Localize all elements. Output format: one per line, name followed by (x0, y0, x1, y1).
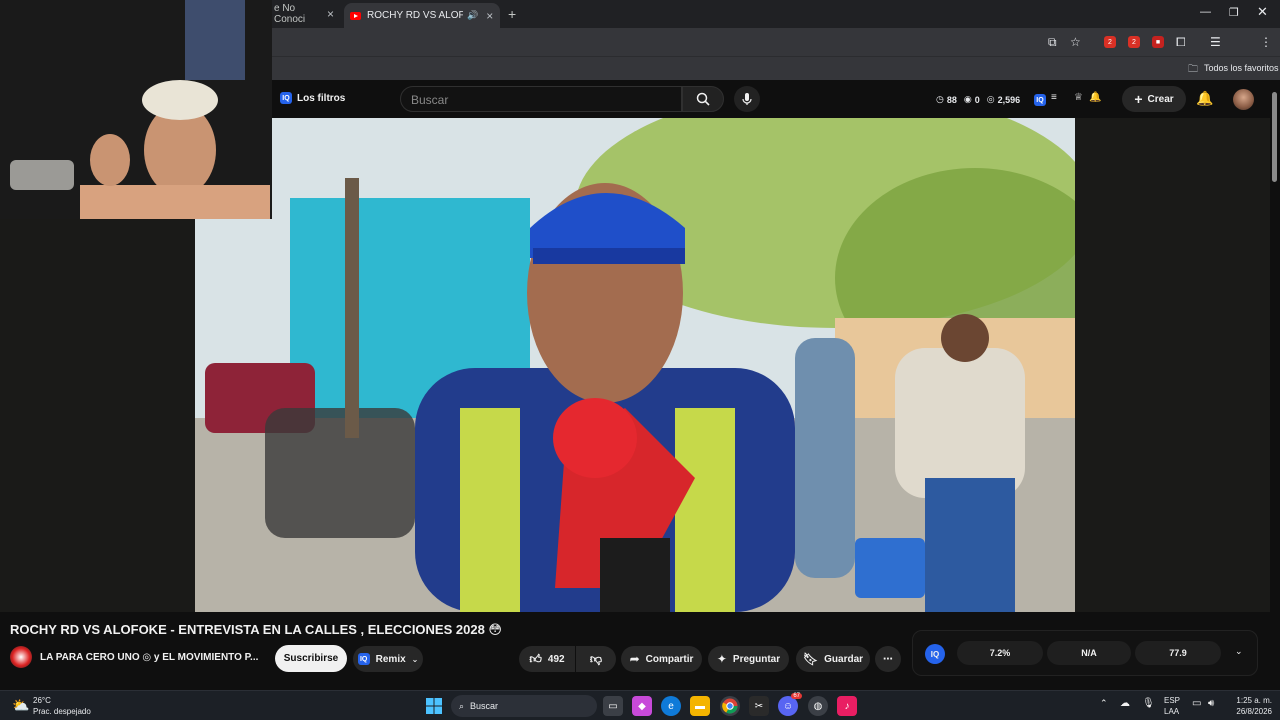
alert-icon[interactable]: 🔔 (1089, 92, 1101, 103)
minimize-icon[interactable]: — (1200, 6, 1211, 18)
youtube-favicon-icon (350, 11, 361, 20)
iq-logo-icon: IQ (280, 92, 292, 104)
close-icon[interactable]: ✕ (1257, 4, 1268, 20)
award-icon[interactable]: ♕ (1074, 92, 1083, 103)
account-avatar[interactable] (1233, 89, 1254, 110)
close-tab-icon[interactable]: × (486, 9, 493, 23)
voice-search-button[interactable] (734, 86, 760, 112)
record-extension-icon[interactable]: ■ (1152, 36, 1164, 48)
weather-icon[interactable]: ⛅ (12, 697, 29, 714)
sparkle-icon: ✦ (716, 652, 727, 666)
tab-rochy-video[interactable]: ROCHY RD VS ALOFOKE - E 🔊 × (344, 3, 500, 28)
folder-icon: 🗀 (1188, 64, 1198, 75)
edge-icon[interactable]: e (661, 696, 681, 716)
clock-date[interactable]: 26/8/2026 (1228, 706, 1272, 717)
more-actions-button[interactable]: ⋯ (875, 646, 901, 672)
tiktok-icon[interactable]: ♪ (837, 696, 857, 716)
save-button[interactable]: 🔖︎ Guardar (796, 646, 870, 672)
streamer-camera-image (0, 0, 272, 219)
chrome-menu-icon[interactable]: ⋮ (1260, 35, 1272, 49)
remix-button[interactable]: IQ Remix ⌄ (353, 646, 423, 672)
iq-metrics-panel: IQ 7.2% N/A 77.9 ⌄ (912, 630, 1258, 676)
video-stats: ◷ 88 ◉ 0 ◎ 2,596 (936, 94, 1021, 105)
iq-metric-score: 77.9 (1135, 641, 1221, 665)
speaker-icon[interactable]: 🔊 (467, 10, 478, 21)
windows-start-icon[interactable] (424, 696, 444, 716)
search-icon (696, 92, 710, 106)
share-arrow-icon: ➦ (629, 652, 640, 666)
like-button[interactable]: 👍︎ 492 (519, 646, 575, 672)
onedrive-icon[interactable]: ☁ (1120, 698, 1130, 709)
clock-time[interactable]: 1:25 a. m. (1228, 695, 1272, 706)
list-icon[interactable]: ≡ (1051, 92, 1057, 103)
reading-list-icon[interactable]: ☰ (1210, 35, 1221, 49)
iq-metric-percent: 7.2% (957, 641, 1043, 665)
channel-name[interactable]: LA PARA CERO UNO ◎ y EL MOVIMIENTO P... (40, 652, 258, 663)
share-button[interactable]: ➦ Compartir (621, 646, 702, 672)
iq-metric-na: N/A (1047, 641, 1131, 665)
search-input[interactable]: Buscar (400, 86, 682, 112)
search-button[interactable] (682, 86, 724, 112)
weather-temp: 26°C (33, 696, 51, 705)
plus-icon: + (1134, 91, 1143, 107)
channel-avatar[interactable] (10, 646, 32, 668)
microphone-tray-icon[interactable]: 🎙︎ (1142, 698, 1155, 709)
chevron-down-icon: ⌄ (411, 654, 419, 664)
install-app-icon[interactable]: ⧉ (1048, 35, 1057, 50)
webcam-overlay (0, 0, 272, 219)
copilot-icon[interactable]: ◆ (632, 696, 652, 716)
video-scene-image (195, 118, 1075, 612)
dislike-button[interactable]: 👎︎ (576, 646, 616, 672)
subscribe-button[interactable]: Suscribirse (275, 645, 347, 672)
chrome-icon[interactable] (720, 696, 740, 716)
puzzle-extensions-icon[interactable]: ⧠ (1176, 35, 1186, 50)
chevron-up-icon[interactable]: ⌃ (1100, 698, 1108, 709)
iq-logo-icon: IQ (925, 644, 945, 664)
scrollbar-thumb[interactable] (1272, 92, 1277, 182)
extension-icon[interactable]: 2 (1104, 36, 1116, 48)
windows-taskbar: ⛅ 26°C Prac. despejado ⌕ Buscar ▭ ◆ e ▬ … (0, 690, 1280, 720)
close-tab-icon[interactable]: × (327, 7, 334, 21)
all-bookmarks-link[interactable]: Todos los favoritos (1204, 63, 1279, 73)
language-bottom[interactable]: LAA (1164, 706, 1179, 717)
notifications-bell-icon[interactable]: 🔔 (1196, 90, 1213, 107)
bookmark-star-icon[interactable]: ☆ (1070, 35, 1081, 49)
iq-logo-icon: IQ (357, 653, 370, 665)
weather-desc: Prac. despejado (33, 707, 91, 716)
search-icon: ⌕ (459, 700, 465, 711)
volume-icon[interactable]: 🔊︎ (1208, 698, 1214, 709)
tab-label: ROCHY RD VS ALOFOKE - E (367, 10, 463, 21)
iq-extension-icon[interactable]: IQ (1034, 94, 1046, 106)
tab-label: e No Conoci (274, 3, 306, 25)
language-top[interactable]: ESP (1164, 695, 1180, 706)
microphone-icon (742, 93, 752, 105)
tab-no-conoci[interactable]: e No Conoci × (268, 3, 340, 25)
new-tab-button[interactable]: + (502, 3, 522, 25)
eye-icon: ◉ (963, 94, 972, 104)
ask-button[interactable]: ✦ Preguntar (708, 646, 789, 672)
more-dots-icon: ⋯ (883, 653, 893, 665)
video-frame[interactable] (195, 118, 1075, 612)
clock-icon: ◷ (936, 94, 944, 104)
restore-icon[interactable]: ❐ (1229, 6, 1239, 19)
filters-button[interactable]: IQ Los filtros (280, 92, 345, 104)
thumbs-up-icon: 👍︎ (529, 651, 542, 666)
task-view-icon[interactable]: ▭ (603, 696, 623, 716)
thumbs-down-icon: 👎︎ (589, 651, 603, 666)
obs-icon[interactable]: ◍ (808, 696, 828, 716)
create-button[interactable]: + Crear (1122, 86, 1186, 112)
video-title: ROCHY RD VS ALOFOKE - ENTREVISTA EN LA C… (10, 622, 502, 637)
chevron-down-icon[interactable]: ⌄ (1235, 646, 1243, 657)
taskbar-search[interactable]: ⌕ Buscar (451, 695, 597, 717)
views-icon: ◎ (986, 94, 995, 104)
network-icon[interactable]: ▭ (1192, 698, 1201, 709)
discord-icon[interactable]: ☺ 67 (778, 693, 802, 716)
capcut-icon[interactable]: ✂ (749, 696, 769, 716)
file-explorer-icon[interactable]: ▬ (690, 696, 710, 716)
bookmark-icon: 🔖︎ (802, 652, 819, 666)
extension-icon[interactable]: 2 (1128, 36, 1140, 48)
